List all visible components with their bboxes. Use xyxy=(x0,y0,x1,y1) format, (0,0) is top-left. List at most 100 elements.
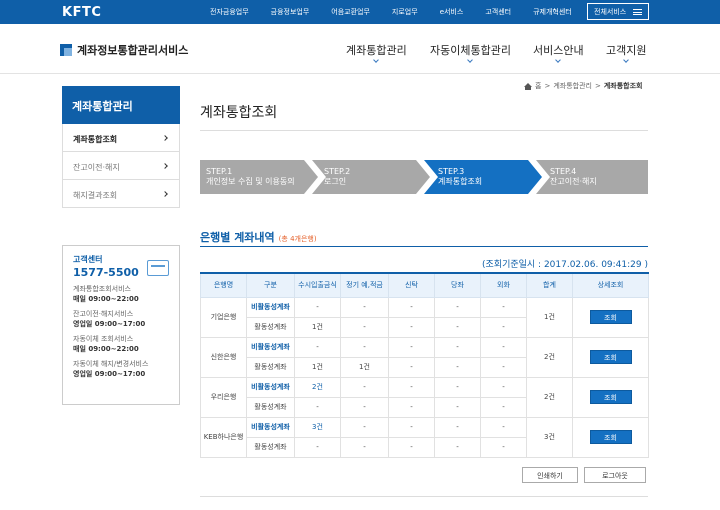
step-label: 개인정보 수집 및 이용동의 xyxy=(206,177,295,186)
cell: 1건 xyxy=(294,356,341,378)
toplink-financial-info[interactable]: 금융정보업무 xyxy=(271,7,310,17)
service-hours: 매일 09:00~22:00 xyxy=(73,295,139,303)
service-name: 계좌통합조회서비스 xyxy=(73,285,131,293)
cell: - xyxy=(340,376,389,398)
cell: - xyxy=(480,336,527,358)
logout-button[interactable]: 로그아웃 xyxy=(584,467,646,483)
cell: - xyxy=(434,376,481,398)
total-cell: 1건 xyxy=(526,296,573,338)
chevron-down-icon xyxy=(555,57,562,63)
inactive-account-type: 비활동성계좌 xyxy=(246,416,295,438)
page-title: 계좌통합조회 xyxy=(200,105,278,121)
view-button[interactable]: 조회 xyxy=(589,310,632,324)
cell: - xyxy=(480,396,527,418)
cell: - xyxy=(294,396,341,418)
sidebar-item-label: 잔고이전·해지 xyxy=(73,163,120,172)
cell: - xyxy=(388,356,435,378)
home-icon[interactable] xyxy=(524,82,532,90)
inactive-account-type: 비활동성계좌 xyxy=(246,296,295,318)
divider xyxy=(200,130,648,131)
chevron-down-icon xyxy=(623,57,630,63)
cell: - xyxy=(294,296,341,318)
toplink-e-service[interactable]: e서비스 xyxy=(440,7,464,17)
chevron-down-icon xyxy=(373,57,380,63)
step-number: STEP.3 xyxy=(438,167,465,176)
col-header: 신탁 xyxy=(388,272,435,298)
breadcrumb-home[interactable]: 홈 xyxy=(535,81,541,91)
sidebar-item-balance-transfer[interactable]: 잔고이전·해지 xyxy=(62,152,180,180)
step-1: STEP.1 개인정보 수집 및 이용동의 xyxy=(200,160,318,194)
col-header: 정기 예,적금 xyxy=(340,272,389,298)
nav-label: 서비스안내 xyxy=(533,44,584,57)
cell: - xyxy=(480,376,527,398)
cell: - xyxy=(434,416,481,438)
nav-label: 계좌통합관리 xyxy=(346,44,407,57)
cell: - xyxy=(480,296,527,318)
cell: - xyxy=(388,396,435,418)
all-services-label: 전체서비스 xyxy=(594,8,627,16)
bank-name: 기업은행 xyxy=(200,296,247,338)
sidebar-item-account-inquiry[interactable]: 계좌통합조회 xyxy=(62,124,180,152)
table-row: 신한은행 비활동성계좌 - - - - - 2건 조회 xyxy=(200,336,649,378)
toplink-customer-center[interactable]: 고객센터 xyxy=(485,7,511,17)
toplink-electronic-finance[interactable]: 전자금융업무 xyxy=(210,7,249,17)
cell: - xyxy=(434,356,481,378)
breadcrumb-current: 계좌통합조회 xyxy=(603,82,643,90)
service-hours: 매일 09:00~22:00 xyxy=(73,345,139,353)
cell: - xyxy=(388,376,435,398)
cell: - xyxy=(340,416,389,438)
service-name: 자동이체 조회서비스 xyxy=(73,335,134,343)
step-number: STEP.1 xyxy=(206,167,233,176)
top-links: 전자금융업무 금융정보업무 어음교환업무 지로업무 e서비스 고객센터 규제개혁… xyxy=(210,7,594,17)
breadcrumb-level1[interactable]: 계좌통합관리 xyxy=(553,81,592,91)
col-header: 구분 xyxy=(246,272,295,298)
view-button[interactable]: 조회 xyxy=(589,390,632,404)
cell: 1건 xyxy=(294,316,341,338)
all-services-button[interactable]: 전체서비스 xyxy=(587,3,649,20)
sidebar-item-label: 해지결과조회 xyxy=(73,191,118,200)
service-hours: 영업일 09:00~17:00 xyxy=(73,370,146,378)
service-name: 잔고이전·해지서비스 xyxy=(73,310,134,318)
total-cell: 3건 xyxy=(526,416,573,458)
cell: - xyxy=(480,356,527,378)
toplink-bill-clearing[interactable]: 어음교환업무 xyxy=(331,7,370,17)
cell: - xyxy=(294,436,341,458)
detail-cell: 조회 xyxy=(572,376,649,418)
section-title: 은행별 계좌내역 (총 4개은행) xyxy=(200,229,317,245)
detail-cell: 조회 xyxy=(572,296,649,338)
toplink-regulation-center[interactable]: 규제개혁센터 xyxy=(533,7,572,17)
cell: - xyxy=(294,336,341,358)
nav-customer-support[interactable]: 고객지원 xyxy=(606,42,647,63)
kftc-logo[interactable]: KFTC xyxy=(62,5,101,20)
view-button[interactable]: 조회 xyxy=(589,350,632,364)
chevron-down-icon xyxy=(467,57,474,63)
top-bar: KFTC 전자금융업무 금융정보업무 어음교환업무 지로업무 e서비스 고객센터… xyxy=(0,0,720,24)
nav-label: 고객지원 xyxy=(606,44,647,57)
inactive-account-type: 비활동성계좌 xyxy=(246,336,295,358)
nav-service-guide[interactable]: 서비스안내 xyxy=(533,42,584,63)
service-name: 자동이체 해지/변경서비스 xyxy=(73,360,149,368)
table-row: 우리은행 비활동성계좌 2건 - - - - 2건 조회 xyxy=(200,376,649,418)
view-button[interactable]: 조회 xyxy=(589,430,632,444)
chevron-right-icon xyxy=(162,135,168,141)
col-header: 수시입출금식 xyxy=(294,272,341,298)
col-header: 당좌 xyxy=(434,272,481,298)
print-button[interactable]: 인쇄하기 xyxy=(522,467,578,483)
cell: - xyxy=(480,416,527,438)
sidebar-item-termination-result[interactable]: 해지결과조회 xyxy=(62,180,180,208)
table-row: KEB하나은행 비활동성계좌 3건 - - - - 3건 조회 xyxy=(200,416,649,458)
col-header: 합계 xyxy=(526,272,573,298)
nav-account-management[interactable]: 계좌통합관리 xyxy=(346,42,407,63)
divider xyxy=(200,496,648,497)
toplink-giro[interactable]: 지로업무 xyxy=(392,7,418,17)
hamburger-menu-icon xyxy=(633,9,642,15)
inactive-account-type: 비활동성계좌 xyxy=(246,376,295,398)
step-label: 계좌통합조회 xyxy=(438,177,483,186)
nav-auto-transfer-management[interactable]: 자동이체통합관리 xyxy=(430,42,511,63)
cell: 1건 xyxy=(340,356,389,378)
bank-name: 우리은행 xyxy=(200,376,247,418)
chevron-right-icon xyxy=(162,191,168,197)
bank-accounts-table: 은행명 구분 수시입출금식 정기 예,적금 신탁 당좌 외화 합계 상세조회 기… xyxy=(200,272,649,458)
bottom-actions: 인쇄하기 로그아웃 xyxy=(522,467,646,483)
customer-center-box: 고객센터 1577-5500 계좌통합조회서비스 매일 09:00~22:00 … xyxy=(62,245,180,405)
